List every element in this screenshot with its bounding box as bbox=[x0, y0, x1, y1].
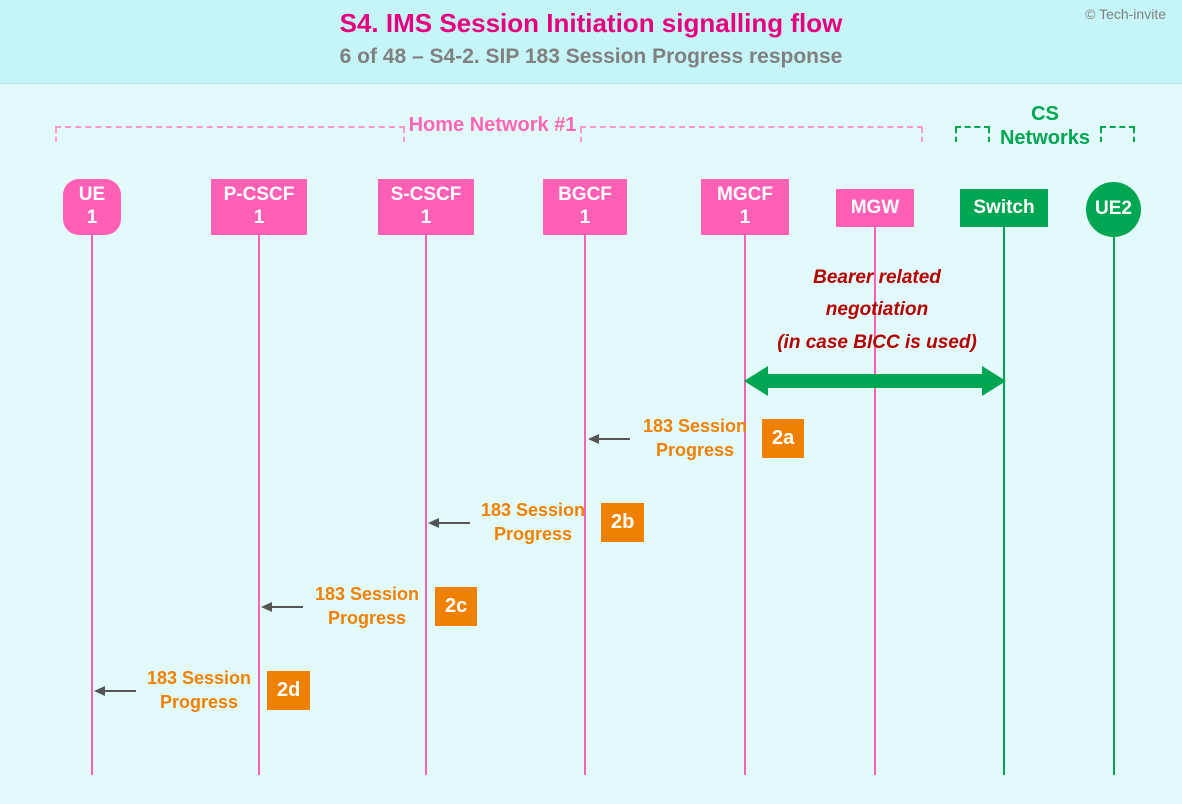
bearer-l2: negotiation bbox=[826, 299, 928, 320]
node-ue2-label: UE2 bbox=[1095, 198, 1132, 221]
node-switch-label: Switch bbox=[973, 197, 1034, 220]
cs-label-line1: CS bbox=[1031, 103, 1059, 125]
node-pcscf1: P-CSCF 1 bbox=[211, 179, 307, 235]
step-2d-l2: Progress bbox=[160, 692, 238, 712]
step-2c-text: 183 Session Progress bbox=[302, 582, 432, 631]
step-2a-id: 2a bbox=[772, 427, 794, 449]
bearer-annotation: Bearer related negotiation (in case BICC… bbox=[752, 262, 1002, 359]
step-2b-arrow bbox=[438, 522, 470, 524]
bearer-l1: Bearer related bbox=[813, 267, 941, 288]
step-2d-arrow bbox=[104, 690, 136, 692]
copyright-text: © Tech-invite bbox=[1085, 6, 1166, 22]
step-2c-arrow bbox=[271, 606, 303, 608]
node-bgcf1-l2: 1 bbox=[580, 207, 591, 230]
cs-networks-bracket-left bbox=[955, 126, 990, 128]
step-2a-text: 183 Session Progress bbox=[630, 414, 760, 463]
lifeline-scscf1 bbox=[425, 235, 427, 775]
sequence-diagram: Home Network #1 CS Networks UE 1 P-CSCF … bbox=[0, 84, 1182, 804]
node-mgcf1: MGCF 1 bbox=[701, 179, 789, 235]
cs-label-line2: Networks bbox=[1000, 127, 1090, 149]
node-pcscf1-l2: 1 bbox=[254, 207, 265, 230]
step-2b-l1: 183 Session bbox=[481, 500, 585, 520]
diagram-header: S4. IMS Session Initiation signalling fl… bbox=[0, 0, 1182, 84]
lifeline-switch bbox=[1003, 227, 1005, 775]
step-2b-badge: 2b bbox=[601, 503, 644, 542]
node-ue1-l2: 1 bbox=[87, 207, 98, 230]
node-bgcf1-l1: BGCF bbox=[558, 184, 612, 207]
home-network-bracket-right bbox=[580, 126, 923, 128]
step-2d-l1: 183 Session bbox=[147, 668, 251, 688]
step-2c-l1: 183 Session bbox=[315, 584, 419, 604]
step-2b-text: 183 Session Progress bbox=[468, 498, 598, 547]
bearer-l3: (in case BICC is used) bbox=[777, 332, 977, 353]
step-2d-badge: 2d bbox=[267, 671, 310, 710]
diagram-subtitle: 6 of 48 – S4-2. SIP 183 Session Progress… bbox=[20, 45, 1162, 69]
step-2c-badge: 2c bbox=[435, 587, 477, 626]
step-2c-id: 2c bbox=[445, 595, 467, 617]
cs-networks-bracket-right bbox=[1100, 126, 1135, 128]
node-ue1-l1: UE bbox=[79, 184, 105, 207]
step-2a-l1: 183 Session bbox=[643, 416, 747, 436]
node-mgcf1-l2: 1 bbox=[740, 207, 751, 230]
bearer-arrow bbox=[766, 374, 984, 388]
lifeline-ue1 bbox=[91, 235, 93, 775]
node-scscf1: S-CSCF 1 bbox=[378, 179, 474, 235]
step-2a-arrow bbox=[598, 438, 630, 440]
node-bgcf1: BGCF 1 bbox=[543, 179, 627, 235]
step-2d-id: 2d bbox=[277, 679, 300, 701]
lifeline-ue2 bbox=[1113, 237, 1115, 775]
step-2b-l2: Progress bbox=[494, 524, 572, 544]
step-2c-l2: Progress bbox=[328, 608, 406, 628]
node-pcscf1-l1: P-CSCF bbox=[224, 184, 295, 207]
step-2b-id: 2b bbox=[611, 511, 634, 533]
step-2a-l2: Progress bbox=[656, 440, 734, 460]
step-2a-badge: 2a bbox=[762, 419, 804, 458]
node-ue2: UE2 bbox=[1086, 182, 1141, 237]
cs-networks-label: CS Networks bbox=[990, 102, 1100, 150]
lifeline-mgcf1 bbox=[744, 235, 746, 775]
step-2d-text: 183 Session Progress bbox=[134, 666, 264, 715]
node-scscf1-l1: S-CSCF bbox=[391, 184, 462, 207]
node-switch: Switch bbox=[960, 189, 1048, 227]
node-mgcf1-l1: MGCF bbox=[717, 184, 773, 207]
node-mgw-label: MGW bbox=[851, 197, 900, 220]
home-network-label: Home Network #1 bbox=[405, 114, 580, 137]
home-network-bracket bbox=[55, 126, 405, 128]
diagram-title: S4. IMS Session Initiation signalling fl… bbox=[20, 8, 1162, 39]
node-scscf1-l2: 1 bbox=[421, 207, 432, 230]
node-ue1: UE 1 bbox=[63, 179, 121, 235]
node-mgw: MGW bbox=[836, 189, 914, 227]
